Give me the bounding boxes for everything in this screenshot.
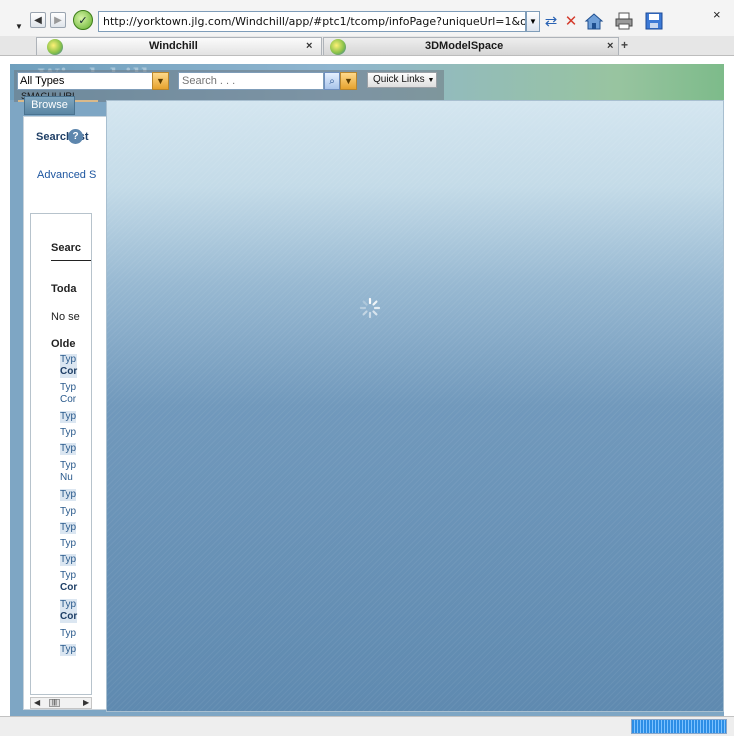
history-item[interactable]: Typ Cor <box>60 570 77 594</box>
loading-progress-bar <box>631 719 727 734</box>
history-item[interactable]: Typ <box>60 628 76 640</box>
address-dropdown-icon[interactable]: ▼ <box>526 11 540 32</box>
search-button[interactable]: ⌕ <box>324 72 340 90</box>
save-button[interactable] <box>644 10 664 32</box>
windchill-page: Windchill All Types ▼ ⌕ ▼ Quick Links ▼ … <box>10 64 724 716</box>
print-button[interactable] <box>614 10 634 32</box>
search-history-box: Searc Toda No se Olde Typ Cor Typ Cor Typ … <box>30 213 92 695</box>
quick-links-label: Quick Links <box>373 74 425 85</box>
history-item[interactable]: Typ Cor <box>60 382 76 406</box>
content-loading-area <box>106 100 724 712</box>
no-searches-text: No se <box>51 311 80 323</box>
history-item[interactable]: Typ <box>60 522 77 534</box>
tab-label: 3DModelSpace <box>425 40 504 52</box>
home-button[interactable] <box>584 10 604 32</box>
forward-arrow-icon: ▶ <box>54 14 62 26</box>
history-item[interactable]: Typ <box>60 554 77 566</box>
scroll-right-icon[interactable]: ▶ <box>83 698 89 707</box>
tab-windchill[interactable]: Windchill × <box>36 37 322 55</box>
scroll-left-icon[interactable]: ◀ <box>34 698 40 707</box>
horizontal-scrollbar[interactable]: ◀ ||| ▶ <box>30 697 92 709</box>
history-item[interactable]: Typ <box>60 411 77 423</box>
tab-browse[interactable]: Browse <box>24 96 75 115</box>
today-heading: Toda <box>51 283 77 295</box>
history-item[interactable]: Typ Cor <box>60 354 78 378</box>
tab-close-button[interactable]: × <box>607 40 613 52</box>
stop-icon[interactable]: ✕ <box>561 10 581 32</box>
history-item[interactable]: Typ Nu <box>60 460 76 484</box>
refresh-button[interactable]: ✓ <box>73 10 93 30</box>
search-icon: ⌕ <box>329 75 335 87</box>
tab-3dmodelspace[interactable]: 3DModelSpace × <box>323 37 619 55</box>
print-icon <box>615 12 633 30</box>
older-heading: Olde <box>51 338 76 350</box>
history-item[interactable]: Typ <box>60 443 77 455</box>
tab-close-button[interactable]: × <box>306 40 312 52</box>
tab-label: Windchill <box>149 40 198 52</box>
type-select-dropdown-icon[interactable]: ▼ <box>152 72 169 90</box>
search-input[interactable] <box>178 72 324 90</box>
search-options-dropdown-icon[interactable]: ▼ <box>340 72 357 90</box>
quick-links-button[interactable]: Quick Links ▼ <box>367 72 437 88</box>
go-icon[interactable]: ⇄ <box>541 10 561 32</box>
loading-spinner-icon <box>359 297 381 319</box>
browser-toolbar: ▼ ◀ ▶ ✓ http://yorktown.jlg.com/Windchil… <box>0 0 734 36</box>
search-history-title: Searc <box>51 242 81 254</box>
search-panel: Search Ist ? Advanced S Searc Toda No se… <box>23 116 107 710</box>
scroll-thumb[interactable]: ||| <box>49 699 60 707</box>
advanced-search-link[interactable]: Advanced S <box>37 169 96 181</box>
menu-dropdown-icon[interactable]: ▼ <box>15 22 23 31</box>
home-icon <box>584 13 604 30</box>
windchill-logo-icon <box>47 39 63 55</box>
history-item[interactable]: Typ <box>60 506 76 518</box>
help-icon[interactable]: ? <box>68 129 83 144</box>
history-item[interactable]: Typ <box>60 644 77 656</box>
windchill-logo-icon <box>330 39 346 55</box>
refresh-icon: ✓ <box>78 14 88 27</box>
status-bar <box>0 716 734 736</box>
back-button[interactable]: ◀ <box>30 12 46 28</box>
address-bar[interactable]: http://yorktown.jlg.com/Windchill/app/#p… <box>98 11 526 32</box>
type-select[interactable]: All Types <box>17 72 169 90</box>
chevron-down-icon: ▼ <box>427 77 435 84</box>
new-tab-button[interactable]: + <box>621 38 628 52</box>
window-close-button[interactable]: × <box>713 7 721 22</box>
history-item[interactable]: Typ <box>60 427 76 439</box>
history-item[interactable]: Typ <box>60 538 76 550</box>
save-icon <box>645 12 663 30</box>
browser-tab-strip: Windchill × 3DModelSpace × + <box>0 36 734 56</box>
history-item[interactable]: Typ Cor <box>60 599 78 623</box>
history-divider <box>51 260 91 261</box>
history-item[interactable]: Typ <box>60 489 77 501</box>
back-arrow-icon: ◀ <box>34 14 42 26</box>
forward-button[interactable]: ▶ <box>50 12 66 28</box>
